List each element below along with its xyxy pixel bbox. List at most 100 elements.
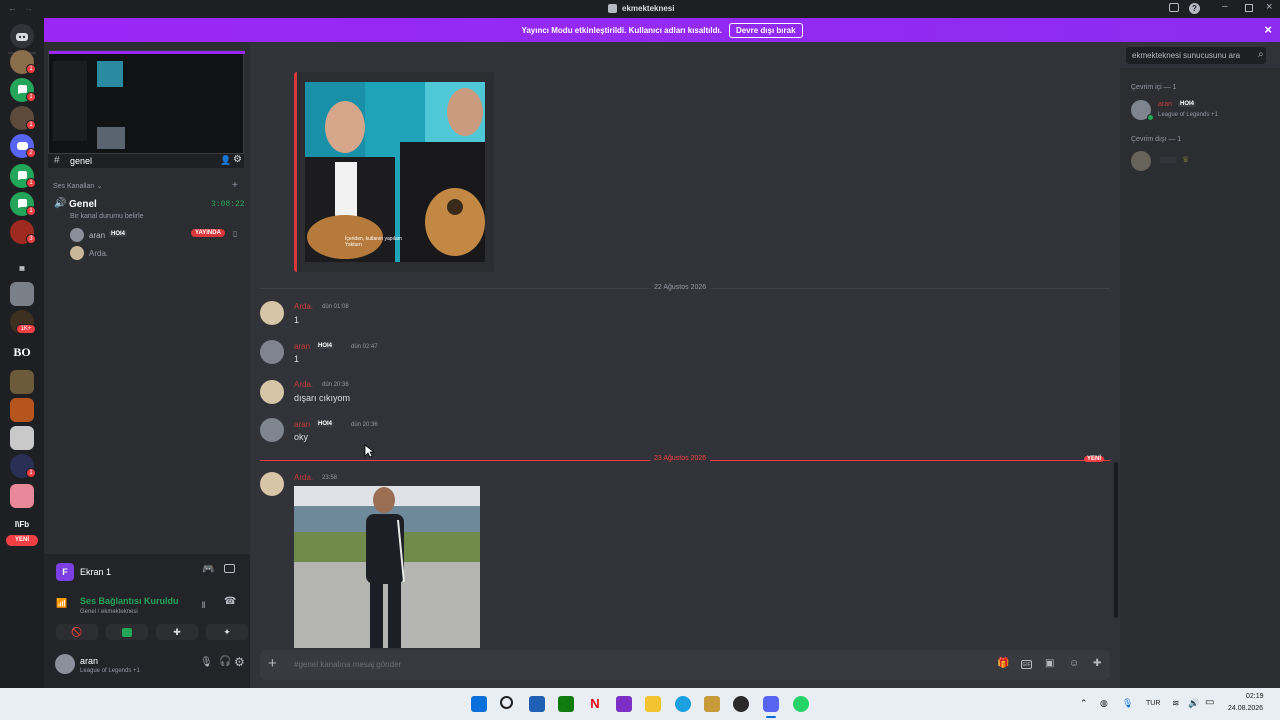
message-input-box[interactable]: + #genel kanalına mesaj gönder 🎁 GIF ▣ ☺… — [260, 650, 1110, 680]
embed-caption: İçeriden, kutlanın yapılam Yakturn — [345, 236, 402, 248]
search-box[interactable]: ekmekteknesi sunucusunu ara — [1126, 47, 1266, 64]
gif-icon[interactable]: GIF — [1021, 660, 1032, 669]
settings-gear-icon[interactable]: ⚙ — [234, 655, 245, 669]
voice-section-label[interactable]: Ses Kanalları ⌄ — [53, 182, 102, 190]
proton-icon[interactable] — [616, 696, 632, 712]
whatsapp-icon[interactable] — [793, 696, 809, 712]
clock-time[interactable]: 02:19 — [1246, 693, 1264, 700]
screen-share-button[interactable] — [106, 624, 148, 640]
activities-button[interactable]: ✚ — [156, 624, 198, 640]
add-attachment-icon[interactable]: + — [268, 655, 277, 672]
league-icon[interactable] — [704, 696, 720, 712]
close-banner-icon[interactable]: × — [1264, 22, 1272, 37]
tray-app-icon[interactable]: ◍ — [1100, 698, 1108, 709]
attached-photo[interactable] — [294, 486, 480, 648]
message-author[interactable]: aran — [294, 420, 310, 429]
embed-image[interactable] — [305, 82, 485, 262]
riot-icon[interactable] — [733, 696, 749, 712]
search-taskbar-icon[interactable] — [500, 696, 513, 709]
current-user-name[interactable]: aran — [80, 656, 98, 666]
message-author[interactable]: Arda. — [294, 380, 313, 389]
battery-icon[interactable]: ▭ — [1205, 697, 1214, 708]
close-icon[interactable]: × — [1266, 1, 1272, 13]
voice-user-name[interactable]: Arda. — [89, 249, 108, 258]
headphones-icon[interactable]: 🎧 — [219, 656, 231, 667]
noise-suppression-icon[interactable]: 𝍪 — [202, 598, 205, 614]
help-icon[interactable]: ? — [1189, 3, 1200, 14]
volume-icon[interactable]: 🔊 — [1188, 698, 1199, 709]
gear-icon[interactable]: ⚙ — [233, 154, 242, 165]
date-label: 22 Ağustos 2026 — [650, 284, 711, 291]
netflix-icon[interactable]: N — [587, 696, 603, 712]
maximize-icon[interactable] — [1245, 4, 1253, 12]
clock-date[interactable]: 24.08.2026 — [1228, 705, 1263, 712]
camera-button[interactable]: 🚫 — [56, 624, 98, 640]
message-author[interactable]: aran — [294, 342, 310, 351]
tray-chevron-icon[interactable]: ⌃ — [1080, 698, 1088, 709]
minimize-icon[interactable]: – — [1222, 1, 1228, 12]
new-servers-pill[interactable]: YENİ — [6, 535, 38, 546]
mention-badge: 2 — [26, 148, 36, 158]
banner-text: Yayıncı Modu etkinleştirildi. Kullanıcı … — [521, 25, 722, 35]
voice-connected-label[interactable]: Ses Bağlantısı Kuruldu — [80, 596, 179, 606]
channel-header[interactable]: # genel 👤 ⚙ — [48, 154, 244, 168]
avatar[interactable] — [1131, 151, 1151, 171]
sticker-icon[interactable]: ▣ — [1045, 658, 1054, 669]
voice-location[interactable]: Genel / ekmekteknesi — [80, 609, 138, 615]
back-arrow-icon[interactable]: ← — [8, 3, 17, 13]
avatar[interactable] — [260, 418, 284, 442]
message-text: oky — [294, 432, 309, 442]
channel-header-name: genel — [70, 156, 93, 166]
soundboard-button[interactable]: ✦ — [206, 624, 248, 640]
server-avatar-fb[interactable]: I\Fb — [10, 512, 34, 536]
server-avatar-13[interactable] — [10, 426, 34, 450]
scrollbar-thumb[interactable] — [1114, 462, 1118, 618]
member-name[interactable]: aran — [1158, 101, 1172, 108]
avatar[interactable] — [55, 654, 75, 674]
message-input-placeholder: #genel kanalına mesaj gönder — [294, 660, 402, 669]
voice-status[interactable]: Bir kanal durumu belirle — [70, 213, 144, 220]
discord-taskbar-icon[interactable] — [763, 696, 779, 712]
apps-icon[interactable]: ✚ — [1093, 658, 1101, 669]
avatar[interactable] — [260, 301, 284, 325]
add-channel-icon[interactable]: + — [232, 180, 238, 191]
online-header: Çevrim içi — 1 — [1131, 84, 1177, 91]
windows-start-icon[interactable] — [471, 696, 487, 712]
stream-preview[interactable] — [48, 50, 245, 154]
emoji-icon[interactable]: ☺ — [1069, 658, 1079, 669]
search-icon[interactable]: ⌕ — [1258, 49, 1264, 60]
member-name-hidden[interactable] — [1160, 157, 1176, 163]
edge-icon[interactable] — [675, 696, 691, 712]
server-avatar-12[interactable] — [10, 398, 34, 422]
message-author[interactable]: Arda. — [294, 473, 313, 482]
gift-icon[interactable]: 🎁 — [997, 658, 1009, 669]
disable-streamer-mode-button[interactable]: Devre dışı bırak — [728, 22, 803, 38]
add-member-icon[interactable]: 👤 — [220, 155, 231, 166]
avatar[interactable] — [260, 340, 284, 364]
preview-thumbnail — [97, 127, 125, 149]
message-timestamp: dün 20:36 — [322, 382, 349, 388]
file-explorer-icon[interactable] — [645, 696, 661, 712]
server-avatar-11[interactable] — [10, 370, 34, 394]
gamepad-icon[interactable]: 🎮 — [202, 564, 214, 575]
avatar[interactable] — [260, 380, 284, 404]
inbox-icon[interactable] — [1169, 3, 1179, 12]
voice-user-name[interactable]: aran — [89, 231, 105, 240]
discord-home-icon[interactable] — [10, 24, 34, 48]
message-author[interactable]: Arda. — [294, 302, 313, 311]
xbox-icon[interactable] — [558, 696, 574, 712]
tray-mic-icon[interactable]: 🎙 — [1122, 698, 1133, 709]
language-indicator[interactable]: TUR — [1146, 700, 1160, 707]
server-avatar-15[interactable] — [10, 484, 34, 508]
forward-arrow-icon[interactable]: → — [24, 3, 33, 13]
microphone-icon[interactable]: 🎙 — [200, 657, 213, 668]
server-avatar-bo[interactable]: BO — [10, 340, 34, 364]
voice-channel-name[interactable]: Genel — [69, 199, 97, 210]
disconnect-icon[interactable]: ☎ — [224, 596, 236, 607]
wifi-icon[interactable]: ≋ — [1172, 698, 1180, 709]
stop-stream-icon[interactable] — [224, 564, 235, 573]
server-avatar-8[interactable]: ▦ — [10, 256, 34, 280]
avatar[interactable] — [260, 472, 284, 496]
store-icon[interactable] — [529, 696, 545, 712]
server-avatar-9[interactable] — [10, 282, 34, 306]
